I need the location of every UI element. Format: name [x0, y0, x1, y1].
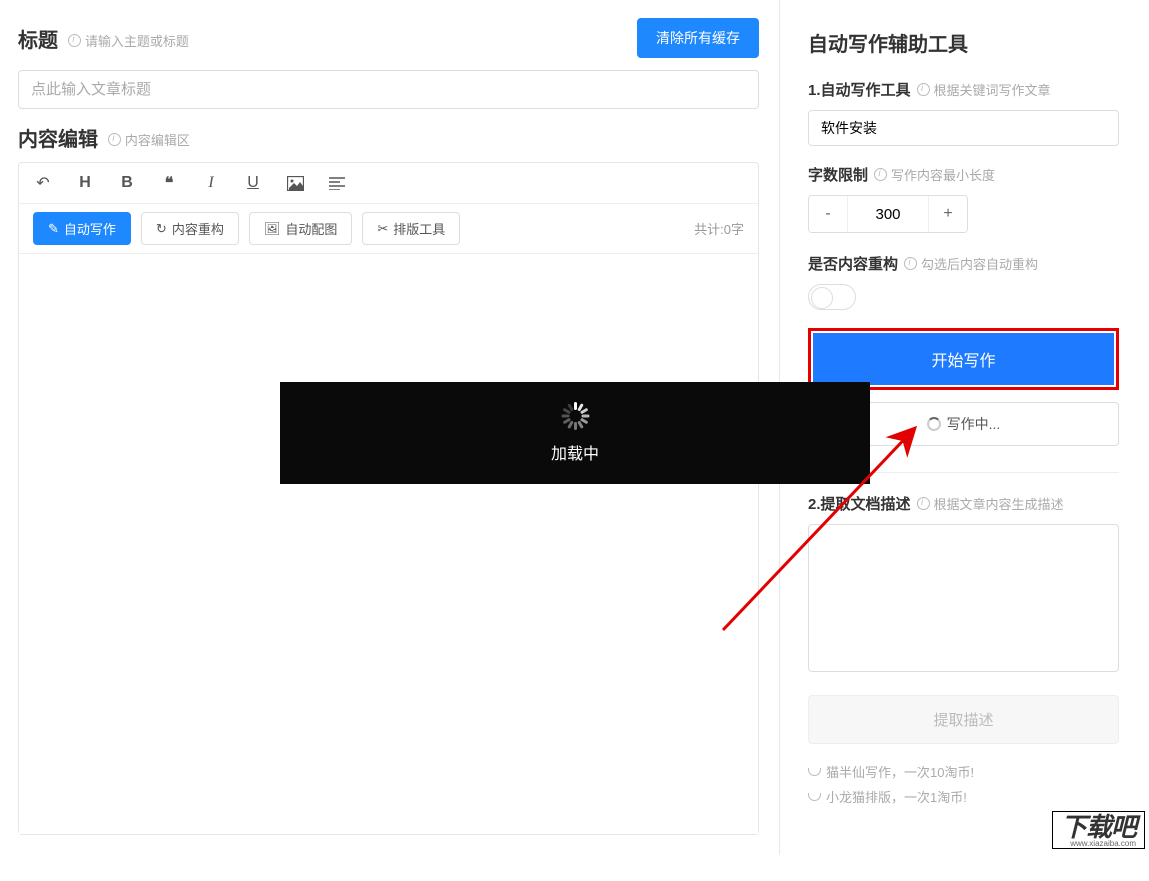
clear-cache-button[interactable]: 清除所有缓存 — [637, 18, 759, 58]
loading-text: 加载中 — [551, 440, 599, 464]
italic-icon[interactable]: I — [201, 173, 221, 193]
layout-tool-button[interactable]: ✂排版工具 — [362, 212, 460, 245]
extract-button[interactable]: 提取描述 — [808, 695, 1119, 744]
info-icon — [68, 34, 81, 47]
footnote-2: 小龙猫排版，一次1淘币! — [808, 787, 1119, 806]
undo-icon[interactable]: ↶ — [33, 173, 53, 193]
word-limit-hint: 写作内容最小长度 — [874, 165, 995, 184]
title-input[interactable] — [18, 70, 759, 109]
stepper-minus-button[interactable]: - — [809, 196, 847, 232]
stepper-plus-button[interactable]: + — [929, 196, 967, 232]
word-limit-input[interactable] — [847, 196, 929, 232]
section1-hint: 根据关键词写作文章 — [917, 80, 1051, 99]
section2-hint: 根据文章内容生成描述 — [917, 494, 1064, 513]
footnote-1: 猫半仙写作，一次10淘币! — [808, 762, 1119, 781]
info-icon — [904, 257, 917, 270]
title-hint: 请输入主题或标题 — [68, 31, 189, 50]
section2-label: 2.提取文档描述 — [808, 493, 911, 514]
image-icon[interactable] — [285, 173, 305, 193]
sidebar-title: 自动写作辅助工具 — [808, 28, 1119, 57]
auto-write-button[interactable]: ✎自动写作 — [33, 212, 131, 245]
watermark: 下载吧 www.xiazaiba.com — [1052, 811, 1145, 849]
align-icon[interactable] — [327, 173, 347, 193]
format-toolbar: ↶ H B ❝ I U — [19, 163, 758, 204]
restructure-toggle-label: 是否内容重构 — [808, 253, 898, 274]
pencil-icon: ✎ — [48, 221, 59, 237]
heading-icon[interactable]: H — [75, 173, 95, 193]
info-icon — [917, 83, 930, 96]
description-textarea[interactable] — [808, 524, 1119, 672]
editor-container: ↶ H B ❝ I U ✎自动写作 ↻内容重构 🖼自动配图 ✂排版工具 共计:0… — [18, 162, 759, 835]
content-edit-hint: 内容编辑区 — [108, 130, 190, 149]
info-icon — [108, 133, 121, 146]
bowl-icon — [808, 793, 821, 801]
editor-textarea[interactable] — [19, 254, 758, 834]
section1-label: 1.自动写作工具 — [808, 79, 911, 100]
tools-icon: ✂ — [377, 221, 388, 237]
refresh-icon: ↻ — [156, 221, 167, 237]
bold-icon[interactable]: B — [117, 173, 137, 193]
info-icon — [874, 168, 887, 181]
loading-overlay: 加载中 — [280, 382, 870, 484]
restructure-hint: 勾选后内容自动重构 — [904, 254, 1038, 273]
word-limit-stepper: - + — [808, 195, 968, 233]
picture-icon: 🖼 — [264, 221, 281, 237]
info-icon — [917, 497, 930, 510]
bowl-icon — [808, 768, 821, 776]
restructure-toggle[interactable] — [808, 284, 856, 310]
title-label: 标题 — [18, 30, 58, 52]
keyword-input[interactable] — [808, 110, 1119, 146]
word-count: 共计:0字 — [694, 219, 744, 238]
spinner-icon — [927, 417, 941, 431]
highlight-annotation: 开始写作 — [808, 328, 1119, 390]
content-edit-label: 内容编辑 — [18, 129, 98, 151]
quote-icon[interactable]: ❝ — [159, 173, 179, 193]
start-write-button[interactable]: 开始写作 — [813, 333, 1114, 385]
auto-image-button[interactable]: 🖼自动配图 — [249, 212, 353, 245]
word-limit-label: 字数限制 — [808, 164, 868, 185]
loading-spinner-icon — [561, 402, 589, 430]
underline-icon[interactable]: U — [243, 173, 263, 193]
restructure-button[interactable]: ↻内容重构 — [141, 212, 239, 245]
